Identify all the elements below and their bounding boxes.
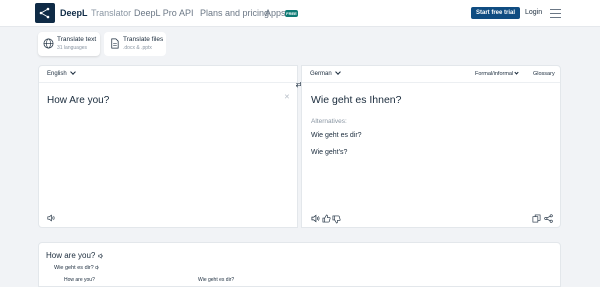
glossary-button[interactable]: Glossary (533, 71, 555, 77)
dictionary-headword: How are you? (46, 251, 104, 260)
dictionary-example-target: Wie geht es dir? (198, 277, 235, 283)
speaker-icon[interactable] (95, 265, 100, 270)
formality-select[interactable]: Formal/informal (475, 70, 519, 77)
target-toolbar: German Formal/informal Glossary (302, 66, 560, 83)
login-link[interactable]: Login (525, 9, 542, 16)
chevron-down-icon (334, 69, 341, 75)
tab-translate-text-sub: 31 languages (57, 45, 88, 51)
clear-icon[interactable]: ✕ (284, 93, 290, 101)
nav-api[interactable]: API (179, 8, 194, 18)
target-language-select[interactable]: German (310, 69, 341, 77)
deepl-logo-icon (39, 7, 50, 19)
dictionary-entry[interactable]: Wie geht es dir? (54, 265, 100, 271)
source-textarea[interactable]: How Are you? (47, 95, 109, 106)
thumbs-up-icon[interactable] (322, 214, 331, 223)
chevron-down-icon (69, 69, 76, 75)
tab-translate-files-label: Translate files (123, 36, 164, 43)
globe-icon (43, 38, 54, 49)
brand-name[interactable]: DeepL (60, 8, 88, 18)
target-language-label: German (310, 71, 332, 77)
source-panel: English How Are you? ✕ (38, 65, 298, 228)
start-free-trial-button[interactable]: Start free trial (471, 7, 520, 19)
nav-deepl-pro[interactable]: DeepL Pro (134, 8, 177, 18)
copy-icon[interactable] (532, 214, 541, 223)
source-language-label: English (47, 71, 67, 77)
nav-plans-pricing[interactable]: Plans and pricing (200, 8, 269, 18)
dictionary-entry-text: Wie geht es dir? (54, 265, 94, 271)
alternatives-label: Alternatives: (311, 118, 347, 125)
brand-subtitle[interactable]: Translator (91, 8, 131, 18)
nav-apps[interactable]: Apps (265, 8, 286, 18)
alternative-item[interactable]: Wie geht's? (311, 149, 347, 156)
target-panel: German Formal/informal Glossary Wie geht… (301, 65, 561, 228)
formality-label: Formal/informal (475, 71, 514, 77)
dictionary-panel: How are you? Wie geht es dir? How are yo… (38, 242, 561, 287)
dictionary-headword-text: How are you? (46, 251, 96, 260)
tab-translate-text[interactable]: Translate text 31 languages (38, 32, 100, 56)
thumbs-down-icon[interactable] (332, 215, 341, 224)
tab-translate-text-label: Translate text (57, 36, 97, 43)
tab-translate-files[interactable]: Translate files .docx & .pptx (104, 32, 166, 56)
free-badge: FREE (285, 10, 298, 17)
speaker-icon[interactable] (47, 214, 55, 222)
file-icon (111, 38, 119, 49)
share-icon[interactable] (544, 214, 553, 223)
menu-icon[interactable] (550, 9, 561, 18)
chevron-down-icon (514, 70, 519, 75)
speaker-icon[interactable] (311, 214, 320, 223)
alternative-item[interactable]: Wie geht es dir? (311, 132, 362, 139)
source-toolbar: English (39, 66, 297, 83)
translation-output[interactable]: Wie geht es Ihnen? (311, 94, 401, 106)
top-header: DeepL Translator DeepL Pro API Plans and… (0, 0, 600, 27)
deepl-logo[interactable] (35, 3, 55, 23)
speaker-icon[interactable] (97, 253, 104, 259)
source-language-select[interactable]: English (47, 69, 76, 77)
tab-translate-files-sub: .docx & .pptx (123, 45, 152, 51)
dictionary-example-source: How are you? (64, 277, 95, 283)
